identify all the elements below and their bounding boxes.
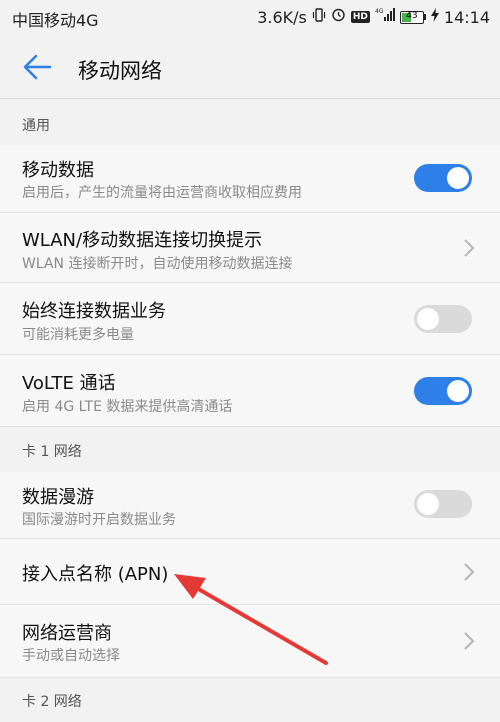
- row-subtitle: 启用 4G LTE 数据来提供高清通话: [22, 399, 233, 415]
- back-arrow-icon: [23, 54, 52, 80]
- battery-level: 43: [406, 10, 418, 21]
- row-network-operator[interactable]: 网络运营商 手动或自动选择: [0, 605, 500, 678]
- battery-icon: 43: [399, 10, 426, 24]
- status-icons: 3.6K/s HD 4G 43 14:14: [257, 7, 490, 27]
- row-mobile-data[interactable]: 移动数据 启用后，产生的流量将由运营商收取相应费用: [0, 146, 500, 213]
- row-title: 数据漫游: [22, 487, 94, 508]
- chevron-right-icon: [464, 239, 475, 257]
- row-title: 接入点名称 (APN): [22, 564, 169, 585]
- row-title: WLAN/移动数据连接切换提示: [22, 230, 263, 251]
- app-bar: 移动网络: [0, 34, 500, 99]
- section-header-card2: 卡 2 网络: [0, 682, 500, 722]
- signal-icon: 4G: [375, 7, 395, 27]
- mobile-data-toggle[interactable]: [414, 164, 472, 192]
- row-apn[interactable]: 接入点名称 (APN): [0, 539, 500, 605]
- clock: 14:14: [443, 7, 490, 27]
- always-on-data-toggle[interactable]: [414, 305, 472, 333]
- row-subtitle: 可能消耗更多电量: [22, 327, 134, 343]
- row-volte[interactable]: VoLTE 通话 启用 4G LTE 数据来提供高清通话: [0, 355, 500, 427]
- page-title: 移动网络: [78, 59, 162, 83]
- svg-text:4G: 4G: [375, 8, 384, 15]
- row-subtitle: 启用后，产生的流量将由运营商收取相应费用: [22, 185, 302, 201]
- row-title: 移动数据: [22, 160, 94, 181]
- alarm-icon: [331, 7, 346, 27]
- network-speed: 3.6K/s: [257, 7, 307, 27]
- row-subtitle: WLAN 连接断开时，自动使用移动数据连接: [22, 256, 293, 272]
- vibrate-icon: [312, 7, 326, 27]
- charging-icon: [430, 7, 439, 27]
- row-title: VoLTE 通话: [22, 373, 116, 394]
- row-always-on-data[interactable]: 始终连接数据业务 可能消耗更多电量: [0, 283, 500, 355]
- chevron-right-icon: [464, 563, 475, 581]
- back-button[interactable]: [20, 52, 54, 82]
- section-header-card1: 卡 1 网络: [0, 432, 500, 472]
- section-header-general: 通用: [0, 106, 500, 146]
- status-bar: 中国移动4G 3.6K/s HD 4G 43 14:14: [0, 0, 500, 34]
- row-subtitle: 手动或自动选择: [22, 648, 120, 664]
- hd-icon: HD: [350, 11, 370, 23]
- row-title: 始终连接数据业务: [22, 301, 166, 322]
- row-data-roaming[interactable]: 数据漫游 国际漫游时开启数据业务: [0, 472, 500, 539]
- volte-toggle[interactable]: [414, 377, 472, 405]
- chevron-right-icon: [464, 632, 475, 650]
- row-title: 网络运营商: [22, 623, 112, 644]
- row-wlan-switch-prompt[interactable]: WLAN/移动数据连接切换提示 WLAN 连接断开时，自动使用移动数据连接: [0, 213, 500, 283]
- carrier-label: 中国移动4G: [12, 11, 99, 30]
- data-roaming-toggle[interactable]: [414, 490, 472, 518]
- row-subtitle: 国际漫游时开启数据业务: [22, 512, 176, 528]
